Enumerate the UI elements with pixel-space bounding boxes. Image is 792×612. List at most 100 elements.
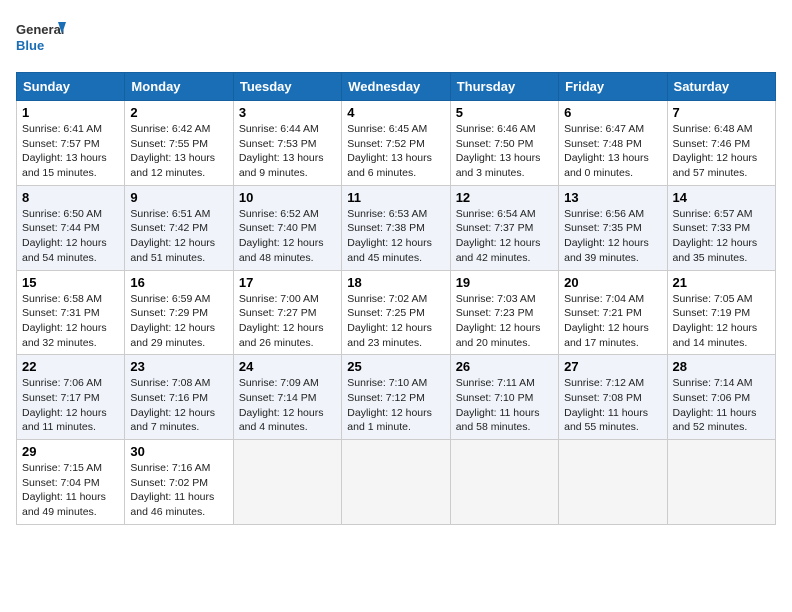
day-info: Sunrise: 7:04 AM Sunset: 7:21 PM Dayligh… [564,292,661,351]
week-row-2: 8 Sunrise: 6:50 AM Sunset: 7:44 PM Daylig… [17,185,776,270]
day-number: 29 [22,444,119,459]
day-info: Sunrise: 7:14 AM Sunset: 7:06 PM Dayligh… [673,376,770,435]
day-number: 24 [239,359,336,374]
day-info: Sunrise: 6:45 AM Sunset: 7:52 PM Dayligh… [347,122,444,181]
day-cell: 2Sunrise: 6:42 AM Sunset: 7:55 PM Daylig… [125,101,233,186]
day-info: Sunrise: 6:47 AM Sunset: 7:48 PM Dayligh… [564,122,661,181]
day-info: Sunrise: 6:41 AM Sunset: 7:57 PM Dayligh… [22,122,119,181]
day-cell: 3Sunrise: 6:44 AM Sunset: 7:53 PM Daylig… [233,101,341,186]
day-number: 15 [22,275,119,290]
day-cell [342,440,450,525]
day-cell: 9 Sunrise: 6:51 AM Sunset: 7:42 PM Daylig… [125,185,233,270]
day-number: 11 [347,190,444,205]
day-info: Sunrise: 7:08 AM Sunset: 7:16 PM Dayligh… [130,376,227,435]
day-info: Sunrise: 7:09 AM Sunset: 7:14 PM Dayligh… [239,376,336,435]
day-cell: 28 Sunrise: 7:14 AM Sunset: 7:06 PM Dayli… [667,355,775,440]
day-info: Sunrise: 6:57 AM Sunset: 7:33 PM Dayligh… [673,207,770,266]
day-number: 28 [673,359,770,374]
day-cell: 14 Sunrise: 6:57 AM Sunset: 7:33 PM Dayli… [667,185,775,270]
day-cell: 21Sunrise: 7:05 AM Sunset: 7:19 PM Dayli… [667,270,775,355]
day-number: 1 [22,105,119,120]
day-number: 13 [564,190,661,205]
day-number: 4 [347,105,444,120]
day-number: 25 [347,359,444,374]
weekday-sunday: Sunday [17,73,125,101]
weekday-wednesday: Wednesday [342,73,450,101]
weekday-friday: Friday [559,73,667,101]
day-cell [233,440,341,525]
day-number: 14 [673,190,770,205]
weekday-tuesday: Tuesday [233,73,341,101]
day-number: 8 [22,190,119,205]
day-cell: 11 Sunrise: 6:53 AM Sunset: 7:38 PM Dayli… [342,185,450,270]
day-number: 2 [130,105,227,120]
calendar-table: SundayMondayTuesdayWednesdayThursdayFrid… [16,72,776,525]
day-number: 6 [564,105,661,120]
day-cell [667,440,775,525]
day-number: 3 [239,105,336,120]
day-cell: 23 Sunrise: 7:08 AM Sunset: 7:16 PM Dayli… [125,355,233,440]
day-info: Sunrise: 6:53 AM Sunset: 7:38 PM Dayligh… [347,207,444,266]
day-info: Sunrise: 7:16 AM Sunset: 7:02 PM Dayligh… [130,461,227,520]
day-cell: 7Sunrise: 6:48 AM Sunset: 7:46 PM Daylig… [667,101,775,186]
day-cell: 18 Sunrise: 7:02 AM Sunset: 7:25 PM Dayli… [342,270,450,355]
day-number: 17 [239,275,336,290]
day-info: Sunrise: 6:50 AM Sunset: 7:44 PM Dayligh… [22,207,119,266]
day-cell: 1 Sunrise: 6:41 AM Sunset: 7:57 PM Daylig… [17,101,125,186]
day-info: Sunrise: 6:56 AM Sunset: 7:35 PM Dayligh… [564,207,661,266]
day-info: Sunrise: 6:54 AM Sunset: 7:37 PM Dayligh… [456,207,553,266]
logo-svg: General Blue [16,16,66,60]
day-cell: 8 Sunrise: 6:50 AM Sunset: 7:44 PM Daylig… [17,185,125,270]
weekday-header-row: SundayMondayTuesdayWednesdayThursdayFrid… [17,73,776,101]
day-info: Sunrise: 6:51 AM Sunset: 7:42 PM Dayligh… [130,207,227,266]
day-cell: 22Sunrise: 7:06 AM Sunset: 7:17 PM Dayli… [17,355,125,440]
day-number: 7 [673,105,770,120]
day-cell: 12 Sunrise: 6:54 AM Sunset: 7:37 PM Dayli… [450,185,558,270]
day-cell: 16 Sunrise: 6:59 AM Sunset: 7:29 PM Dayli… [125,270,233,355]
day-info: Sunrise: 6:58 AM Sunset: 7:31 PM Dayligh… [22,292,119,351]
day-number: 23 [130,359,227,374]
week-row-3: 15 Sunrise: 6:58 AM Sunset: 7:31 PM Dayli… [17,270,776,355]
week-row-1: 1 Sunrise: 6:41 AM Sunset: 7:57 PM Daylig… [17,101,776,186]
day-number: 26 [456,359,553,374]
day-number: 9 [130,190,227,205]
day-cell: 25 Sunrise: 7:10 AM Sunset: 7:12 PM Dayli… [342,355,450,440]
day-cell: 4 Sunrise: 6:45 AM Sunset: 7:52 PM Daylig… [342,101,450,186]
day-cell: 10 Sunrise: 6:52 AM Sunset: 7:40 PM Dayli… [233,185,341,270]
week-row-5: 29 Sunrise: 7:15 AM Sunset: 7:04 PM Dayli… [17,440,776,525]
day-number: 12 [456,190,553,205]
weekday-saturday: Saturday [667,73,775,101]
day-cell [559,440,667,525]
day-cell: 6 Sunrise: 6:47 AM Sunset: 7:48 PM Daylig… [559,101,667,186]
day-info: Sunrise: 7:03 AM Sunset: 7:23 PM Dayligh… [456,292,553,351]
page-header: General Blue [16,16,776,60]
day-cell: 30Sunrise: 7:16 AM Sunset: 7:02 PM Dayli… [125,440,233,525]
day-number: 5 [456,105,553,120]
day-info: Sunrise: 6:59 AM Sunset: 7:29 PM Dayligh… [130,292,227,351]
day-cell: 20 Sunrise: 7:04 AM Sunset: 7:21 PM Dayli… [559,270,667,355]
day-number: 20 [564,275,661,290]
day-number: 27 [564,359,661,374]
day-cell: 5 Sunrise: 6:46 AM Sunset: 7:50 PM Daylig… [450,101,558,186]
day-cell: 26Sunrise: 7:11 AM Sunset: 7:10 PM Dayli… [450,355,558,440]
day-info: Sunrise: 7:15 AM Sunset: 7:04 PM Dayligh… [22,461,119,520]
logo: General Blue [16,16,66,60]
day-info: Sunrise: 6:52 AM Sunset: 7:40 PM Dayligh… [239,207,336,266]
day-info: Sunrise: 7:02 AM Sunset: 7:25 PM Dayligh… [347,292,444,351]
day-cell: 13 Sunrise: 6:56 AM Sunset: 7:35 PM Dayli… [559,185,667,270]
day-info: Sunrise: 7:10 AM Sunset: 7:12 PM Dayligh… [347,376,444,435]
day-number: 18 [347,275,444,290]
day-number: 19 [456,275,553,290]
day-number: 22 [22,359,119,374]
day-number: 10 [239,190,336,205]
svg-text:Blue: Blue [16,38,44,53]
day-cell: 29 Sunrise: 7:15 AM Sunset: 7:04 PM Dayli… [17,440,125,525]
weekday-thursday: Thursday [450,73,558,101]
svg-text:General: General [16,22,64,37]
day-cell: 24 Sunrise: 7:09 AM Sunset: 7:14 PM Dayli… [233,355,341,440]
day-number: 16 [130,275,227,290]
day-cell [450,440,558,525]
day-cell: 19 Sunrise: 7:03 AM Sunset: 7:23 PM Dayli… [450,270,558,355]
day-cell: 15 Sunrise: 6:58 AM Sunset: 7:31 PM Dayli… [17,270,125,355]
day-info: Sunrise: 6:46 AM Sunset: 7:50 PM Dayligh… [456,122,553,181]
